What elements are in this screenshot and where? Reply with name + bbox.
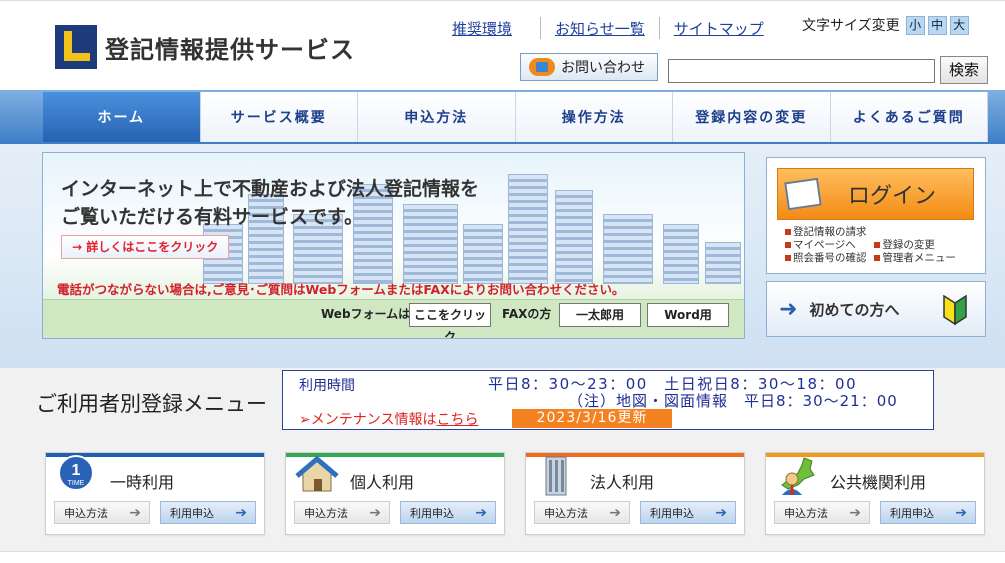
arrow-right-icon: ➔ bbox=[955, 504, 967, 521]
arrow-right-icon: ➔ bbox=[235, 504, 247, 521]
arrow-right-icon: ➔ bbox=[609, 504, 621, 521]
search-button[interactable]: 検索 bbox=[940, 56, 988, 84]
house-icon bbox=[295, 455, 339, 492]
updated-badge: 2023/3/16更新 bbox=[512, 409, 672, 428]
global-nav: ホーム サービス概要 申込方法 操作方法 登録内容の変更 よくあるご質問 bbox=[0, 90, 1005, 144]
building-illustration bbox=[463, 224, 503, 284]
font-size-medium-button[interactable]: 中 bbox=[927, 15, 947, 35]
card-personal-use: 個人利用 申込方法 ➔ 利用申込 ➔ bbox=[285, 452, 505, 535]
webform-label: Webフォームは bbox=[321, 307, 411, 321]
logo-text: 登記情報提供サービス bbox=[105, 35, 355, 64]
main-banner: インターネット上で不動産および法人登記情報を ご覧いただける有料サービスです。 … bbox=[42, 152, 745, 339]
japan-map-person-icon bbox=[781, 457, 815, 495]
fax-label: FAXの方 bbox=[502, 307, 552, 321]
admin-menu-link[interactable]: 管理者メニュー bbox=[874, 252, 956, 265]
fax-ichitaro-button[interactable]: 一太郎用 bbox=[559, 303, 641, 327]
arrow-right-icon: ➔ bbox=[715, 504, 727, 521]
registration-menu-title: ご利用者別登録メニュー bbox=[36, 392, 267, 416]
phone-warning-text: 電話がつながらない場合は,ご意見･ご質問はWebフォームまたはFAXによりお問い… bbox=[57, 282, 625, 297]
login-label: ログイン bbox=[848, 184, 937, 209]
card-public-institution-use: 公共機関利用 申込方法 ➔ 利用申込 ➔ bbox=[765, 452, 985, 535]
hours-label: 利用時間 bbox=[299, 378, 355, 394]
svg-text:1: 1 bbox=[72, 462, 81, 479]
details-link-button[interactable]: → 詳しくはここをクリック bbox=[61, 235, 230, 259]
how-to-apply-button[interactable]: 申込方法 ➔ bbox=[294, 501, 390, 524]
arrow-right-icon: ➔ bbox=[369, 504, 381, 521]
recommended-environment-link[interactable]: 推奨環境 bbox=[452, 18, 512, 39]
top-links: 推奨環境 お知らせ一覧 サイトマップ bbox=[452, 17, 764, 39]
apply-button[interactable]: 利用申込 ➔ bbox=[640, 501, 736, 524]
mypage-link[interactable]: マイページへ bbox=[785, 239, 871, 252]
card-title: 法人利用 bbox=[590, 473, 655, 492]
headline-line-2: ご覧いただける有料サービスです。 bbox=[61, 206, 364, 228]
nav-service-overview[interactable]: サービス概要 bbox=[200, 92, 358, 142]
nav-faq[interactable]: よくあるご質問 bbox=[830, 92, 988, 142]
one-time-icon: 1 TIME bbox=[58, 455, 94, 491]
building-illustration bbox=[508, 174, 548, 284]
registration-change-link[interactable]: 登録の変更 bbox=[874, 239, 935, 252]
card-title: 個人利用 bbox=[350, 473, 415, 492]
maintenance-link[interactable]: こちら bbox=[436, 412, 478, 428]
search-input[interactable] bbox=[668, 59, 935, 83]
apply-button[interactable]: 利用申込 ➔ bbox=[160, 501, 256, 524]
news-list-link[interactable]: お知らせ一覧 bbox=[555, 18, 645, 39]
beginner-mark-icon bbox=[943, 294, 967, 326]
service-hours-box: 利用時間 平日8：30～23：00 土日祝日8：30～18：00 （注）地図・図… bbox=[282, 370, 934, 430]
document-icon bbox=[784, 177, 822, 211]
card-corporate-use: 法人利用 申込方法 ➔ 利用申込 ➔ bbox=[525, 452, 745, 535]
building-illustration bbox=[555, 190, 593, 284]
apply-button[interactable]: 利用申込 ➔ bbox=[400, 501, 496, 524]
card-title: 公共機関利用 bbox=[830, 473, 927, 492]
login-box: ログイン 登記情報の請求 マイページへ 登録の変更 照会番号の確認 管理者メニュ… bbox=[766, 157, 986, 274]
nav-registration-change[interactable]: 登録内容の変更 bbox=[673, 92, 831, 142]
first-time-label: 初めての方へ bbox=[809, 300, 900, 319]
apply-button[interactable]: 利用申込 ➔ bbox=[880, 501, 976, 524]
card-temporary-use: 1 TIME 一時利用 申込方法 ➔ 利用申込 ➔ bbox=[45, 452, 265, 535]
headline-line-1: インターネット上で不動産および法人登記情報を bbox=[61, 178, 480, 200]
nav-operation-method[interactable]: 操作方法 bbox=[515, 92, 673, 142]
how-to-apply-button[interactable]: 申込方法 ➔ bbox=[54, 501, 150, 524]
nav-home[interactable]: ホーム bbox=[43, 92, 201, 142]
font-size-changer: 文字サイズ変更 小 中 大 bbox=[802, 15, 969, 35]
nav-bar: ホーム サービス概要 申込方法 操作方法 登録内容の変更 よくあるご質問 bbox=[43, 90, 991, 144]
logo-mark-icon bbox=[55, 25, 97, 69]
building-illustration bbox=[663, 224, 699, 284]
registration-menu: ご利用者別登録メニュー 利用時間 平日8：30～23：00 土日祝日8：30～1… bbox=[0, 368, 1005, 552]
divider bbox=[658, 17, 660, 39]
svg-text:TIME: TIME bbox=[68, 480, 85, 487]
maintenance-prefix: ➢メンテナンス情報は bbox=[299, 412, 437, 428]
login-links: 登記情報の請求 マイページへ 登録の変更 照会番号の確認 管理者メニュー bbox=[785, 226, 956, 265]
contact-label: お問い合わせ bbox=[561, 60, 645, 76]
arrow-right-icon: ➔ bbox=[129, 504, 141, 521]
phone-mail-icon bbox=[529, 58, 555, 76]
how-to-apply-button[interactable]: 申込方法 ➔ bbox=[534, 501, 630, 524]
webform-button[interactable]: ここをクリック bbox=[409, 303, 491, 338]
arrow-right-icon: ➔ bbox=[849, 504, 861, 521]
how-to-apply-button[interactable]: 申込方法 ➔ bbox=[774, 501, 870, 524]
header: 登記情報提供サービス 推奨環境 お知らせ一覧 サイトマップ 文字サイズ変更 小 … bbox=[0, 0, 1005, 90]
font-size-large-button[interactable]: 大 bbox=[949, 15, 969, 35]
font-size-small-button[interactable]: 小 bbox=[905, 15, 925, 35]
building-illustration bbox=[603, 214, 653, 284]
banner-area: インターネット上で不動産および法人登記情報を ご覧いただける有料サービスです。 … bbox=[0, 144, 1005, 368]
fax-word-button[interactable]: Word用 bbox=[647, 303, 729, 327]
maintenance-info: ➢メンテナンス情報はこちら bbox=[299, 409, 478, 429]
arrow-right-icon: ➔ bbox=[475, 504, 487, 521]
login-button[interactable]: ログイン bbox=[777, 168, 974, 220]
hours-map-note: （注）地図・図面情報 平日8：30～21：00 bbox=[568, 392, 898, 410]
card-title: 一時利用 bbox=[110, 473, 175, 492]
request-link[interactable]: 登記情報の請求 bbox=[785, 226, 867, 239]
divider bbox=[540, 17, 542, 39]
arrow-right-icon: ➜ bbox=[779, 296, 798, 322]
font-size-label: 文字サイズ変更 bbox=[802, 18, 900, 34]
nav-application-method[interactable]: 申込方法 bbox=[358, 92, 516, 142]
building-illustration bbox=[705, 242, 741, 284]
first-time-button[interactable]: ➜ 初めての方へ bbox=[766, 281, 986, 337]
reference-number-link[interactable]: 照会番号の確認 bbox=[785, 252, 871, 265]
sitemap-link[interactable]: サイトマップ bbox=[674, 18, 764, 39]
contact-button[interactable]: お問い合わせ bbox=[520, 53, 658, 81]
office-building-icon bbox=[545, 456, 567, 496]
banner-headline: インターネット上で不動産および法人登記情報を ご覧いただける有料サービスです。 bbox=[61, 175, 501, 231]
site-logo[interactable]: 登記情報提供サービス bbox=[55, 25, 355, 69]
